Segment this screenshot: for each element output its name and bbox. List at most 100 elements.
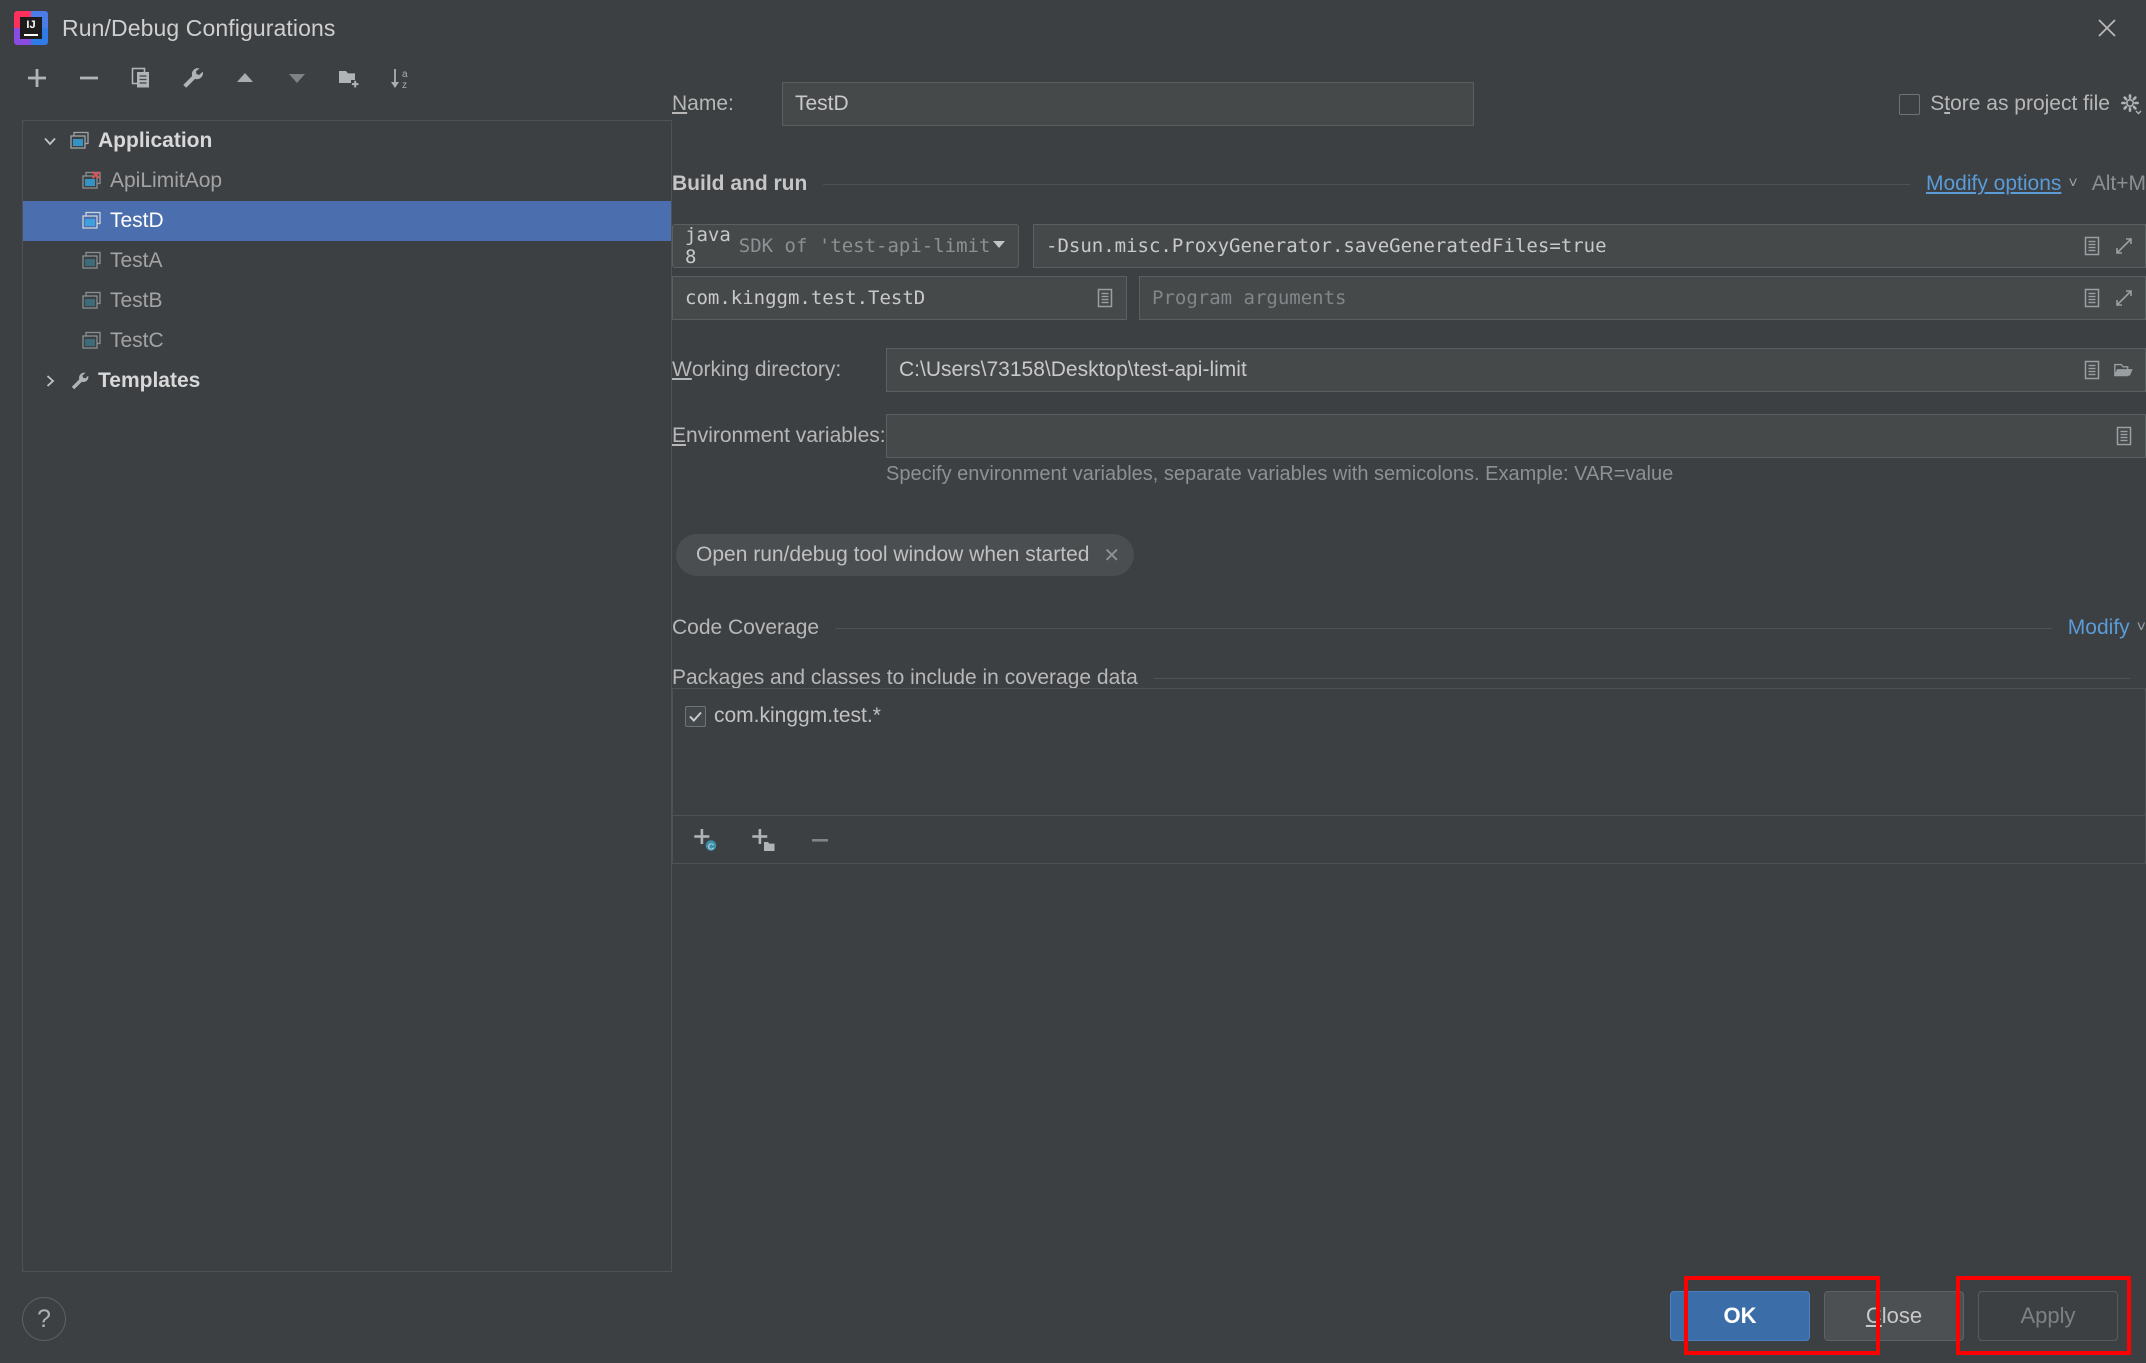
tree-node-testd[interactable]: TestD (23, 201, 671, 241)
svg-text:z: z (402, 80, 407, 91)
close-icon (2098, 19, 2116, 37)
application-error-icon (77, 171, 107, 191)
sort-configurations-button[interactable]: a z (386, 63, 416, 93)
question-mark-icon: ? (37, 1304, 51, 1333)
sort-az-icon: a z (391, 69, 408, 91)
tree-node-testc[interactable]: TestC (23, 321, 671, 361)
add-configuration-button[interactable] (22, 63, 52, 93)
list-icon[interactable] (2081, 235, 2103, 257)
list-icon[interactable] (2081, 359, 2103, 381)
chip-label: Open run/debug tool window when started (696, 543, 1090, 566)
title-bar: IJ Run/Debug Configurations (0, 0, 2146, 56)
chevron-right-icon[interactable] (35, 372, 65, 390)
list-icon[interactable] (1094, 287, 1116, 309)
list-item[interactable]: com.kinggm.test.* (685, 701, 2145, 731)
dialog-title: Run/Debug Configurations (62, 14, 336, 41)
remove-pattern-button[interactable] (805, 824, 837, 856)
environment-variables-hint: Specify environment variables, separate … (886, 463, 1674, 485)
open-tool-window-chip[interactable]: Open run/debug tool window when started … (676, 534, 1135, 576)
help-button[interactable]: ? (22, 1297, 66, 1341)
ok-button[interactable]: OK (1670, 1291, 1810, 1341)
main-class-value: com.kinggm.test.TestD (685, 287, 926, 309)
list-icon[interactable] (2113, 425, 2135, 447)
build-and-run-title: Build and run (672, 172, 808, 195)
chevron-down-icon[interactable]: ˅ (2068, 175, 2077, 193)
chevron-down-icon (990, 235, 1008, 258)
program-arguments-placeholder: Program arguments (1152, 287, 1347, 309)
configuration-editor-panel: Name: Store as project file (672, 56, 2146, 1256)
arrow-up-icon (237, 73, 253, 82)
remove-configuration-button[interactable] (74, 63, 104, 93)
wrench-icon (183, 68, 203, 88)
configurations-tree[interactable]: Application ApiLimitAop TestD TestA Test… (22, 120, 672, 1272)
move-down-button[interactable] (282, 63, 312, 93)
dialog-button-bar: OK Close Apply (1670, 1291, 2118, 1341)
vm-options-field[interactable]: -Dsun.misc.ProxyGenerator.saveGeneratedF… (1033, 224, 2146, 268)
new-folder-button[interactable] (334, 63, 364, 93)
jre-description: SDK of 'test-api-limit (738, 235, 991, 257)
tree-node-application[interactable]: Application (23, 121, 671, 161)
tree-node-label: Application (98, 129, 213, 152)
tree-node-label: TestA (110, 249, 163, 272)
program-arguments-field[interactable]: Program arguments (1139, 276, 2146, 320)
plus-icon (28, 69, 46, 87)
name-input[interactable] (782, 82, 1474, 126)
svg-text:a: a (402, 69, 408, 80)
tree-node-templates[interactable]: Templates (23, 361, 671, 401)
application-icon (77, 331, 107, 351)
add-class-icon: C (694, 828, 717, 851)
jre-name: java 8 (685, 224, 731, 268)
apply-button[interactable]: Apply (1978, 1291, 2118, 1341)
tree-node-apilimitaop[interactable]: ApiLimitAop (23, 161, 671, 201)
copy-icon (131, 67, 149, 88)
store-as-project-file-row[interactable]: Store as project file (1899, 82, 2142, 126)
chevron-down-icon[interactable] (35, 132, 65, 150)
vm-options-value: -Dsun.misc.ProxyGenerator.saveGeneratedF… (1046, 235, 1607, 257)
section-divider (835, 627, 2052, 629)
modify-options-shortcut: Alt+M (2091, 172, 2146, 195)
expand-icon[interactable] (2113, 287, 2135, 309)
coverage-list-toolbar: C (672, 816, 2146, 864)
folder-add-icon (339, 71, 359, 88)
coverage-packages-title: Packages and classes to include in cover… (672, 666, 1138, 689)
working-directory-field[interactable]: C:\Users\73158\Desktop\test-api-limit (886, 348, 2146, 392)
list-icon[interactable] (2081, 287, 2103, 309)
add-class-button[interactable]: C (689, 824, 721, 856)
jre-combo-box[interactable]: java 8 SDK of 'test-api-limit (672, 224, 1019, 268)
section-divider (823, 183, 1910, 185)
minus-icon (812, 838, 828, 842)
environment-variables-field[interactable] (886, 414, 2146, 458)
run-debug-configurations-dialog: IJ Run/Debug Configurations a z Applicat… (0, 0, 2146, 1363)
coverage-patterns-list[interactable]: com.kinggm.test.* (672, 688, 2146, 816)
folder-open-icon[interactable] (2113, 359, 2135, 381)
expand-icon[interactable] (2113, 235, 2135, 257)
tree-node-testb[interactable]: TestB (23, 281, 671, 321)
application-icon (77, 291, 107, 311)
minus-icon (80, 76, 98, 80)
coverage-pattern-checkbox[interactable] (685, 705, 706, 727)
tree-node-testa[interactable]: TestA (23, 241, 671, 281)
environment-variables-label: Environment variables: (672, 424, 886, 447)
tree-node-label: TestB (110, 289, 163, 312)
store-as-project-file-checkbox[interactable] (1899, 93, 1921, 115)
svg-text:C: C (708, 841, 714, 851)
close-window-button[interactable] (2068, 0, 2146, 56)
close-icon[interactable]: ✕ (1103, 543, 1120, 568)
main-class-field[interactable]: com.kinggm.test.TestD (672, 276, 1127, 320)
move-up-button[interactable] (230, 63, 260, 93)
chevron-down-icon[interactable]: ˅ (2137, 619, 2146, 637)
coverage-modify-link[interactable]: Modify (2068, 616, 2130, 640)
working-directory-label: Working directory: (672, 358, 842, 381)
wrench-icon (65, 370, 95, 392)
add-package-button[interactable] (747, 824, 779, 856)
modify-options-link[interactable]: Modify options (1926, 172, 2061, 196)
application-icon (65, 131, 95, 151)
close-button[interactable]: Close (1824, 1291, 1964, 1341)
application-icon (77, 211, 107, 231)
gear-icon[interactable] (2120, 93, 2142, 115)
add-package-icon (752, 828, 775, 851)
name-label: Name: (672, 92, 734, 115)
edit-templates-button[interactable] (178, 63, 208, 93)
build-and-run-section-header: Build and run Modify options ˅ Alt+M (672, 168, 2146, 200)
copy-configuration-button[interactable] (126, 63, 156, 93)
